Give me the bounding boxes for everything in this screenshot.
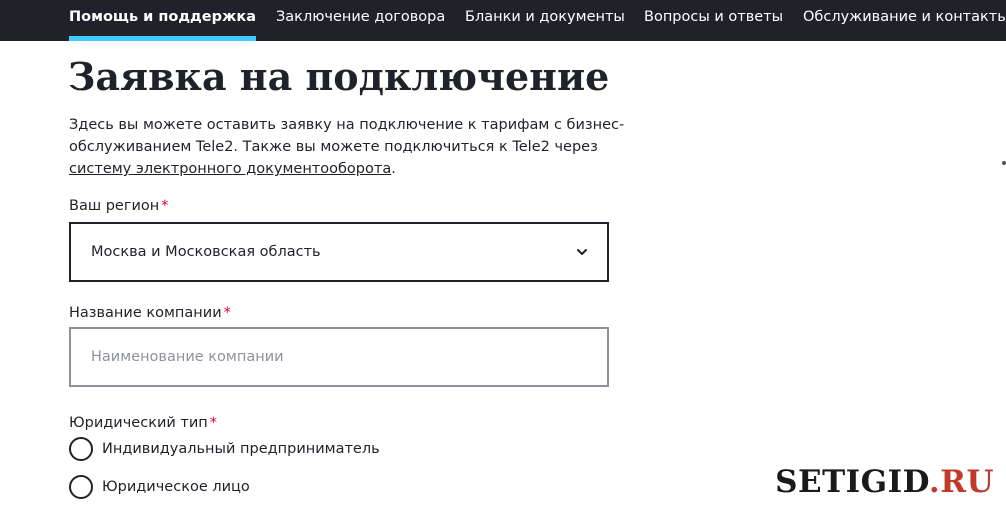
required-mark: * (223, 305, 231, 321)
radio-button-icon[interactable] (69, 437, 93, 461)
company-label: Название компании * (69, 304, 231, 322)
nav-item-contract[interactable]: Заключение договора (276, 0, 445, 41)
nav-item-service-contacts[interactable]: Обслуживание и контакты (803, 0, 1006, 41)
chevron-down-icon (577, 249, 587, 255)
radio-button-icon[interactable] (69, 475, 93, 499)
required-mark: * (209, 415, 218, 431)
radio-label: Юридическое лицо (102, 479, 250, 495)
page-title: Заявка на подключение (68, 54, 610, 99)
legal-type-label-text: Юридический тип (69, 415, 208, 431)
watermark-part1: SETIGID (775, 464, 929, 500)
intro-paragraph: Здесь вы можете оставить заявку на подкл… (69, 114, 629, 180)
company-name-input[interactable] (69, 327, 609, 387)
nav-item-faq[interactable]: Вопросы и ответы (644, 0, 783, 41)
edge-dot (1002, 161, 1006, 165)
watermark: SETIGID.RU (775, 462, 994, 502)
nav-item-help-support[interactable]: Помощь и поддержка (69, 0, 257, 41)
intro-end: . (391, 161, 396, 177)
intro-text: Здесь вы можете оставить заявку на подкл… (69, 117, 625, 155)
region-label: Ваш регион * (69, 197, 168, 215)
required-mark: * (161, 198, 169, 214)
watermark-part2: .RU (928, 464, 994, 500)
region-select[interactable]: Москва и Московская область (69, 222, 609, 282)
edo-link[interactable]: систему электронного документооборота (69, 161, 391, 177)
region-select-value: Москва и Московская область (91, 244, 321, 260)
nav-item-forms-documents[interactable]: Бланки и документы (465, 0, 625, 41)
company-label-text: Название компании (69, 305, 222, 321)
region-label-text: Ваш регион (69, 198, 160, 214)
top-navigation: Помощь и поддержка Заключение договора Б… (0, 0, 1006, 41)
radio-label: Индивидуальный предприниматель (102, 441, 380, 457)
legal-type-label: Юридический тип * (69, 414, 217, 432)
